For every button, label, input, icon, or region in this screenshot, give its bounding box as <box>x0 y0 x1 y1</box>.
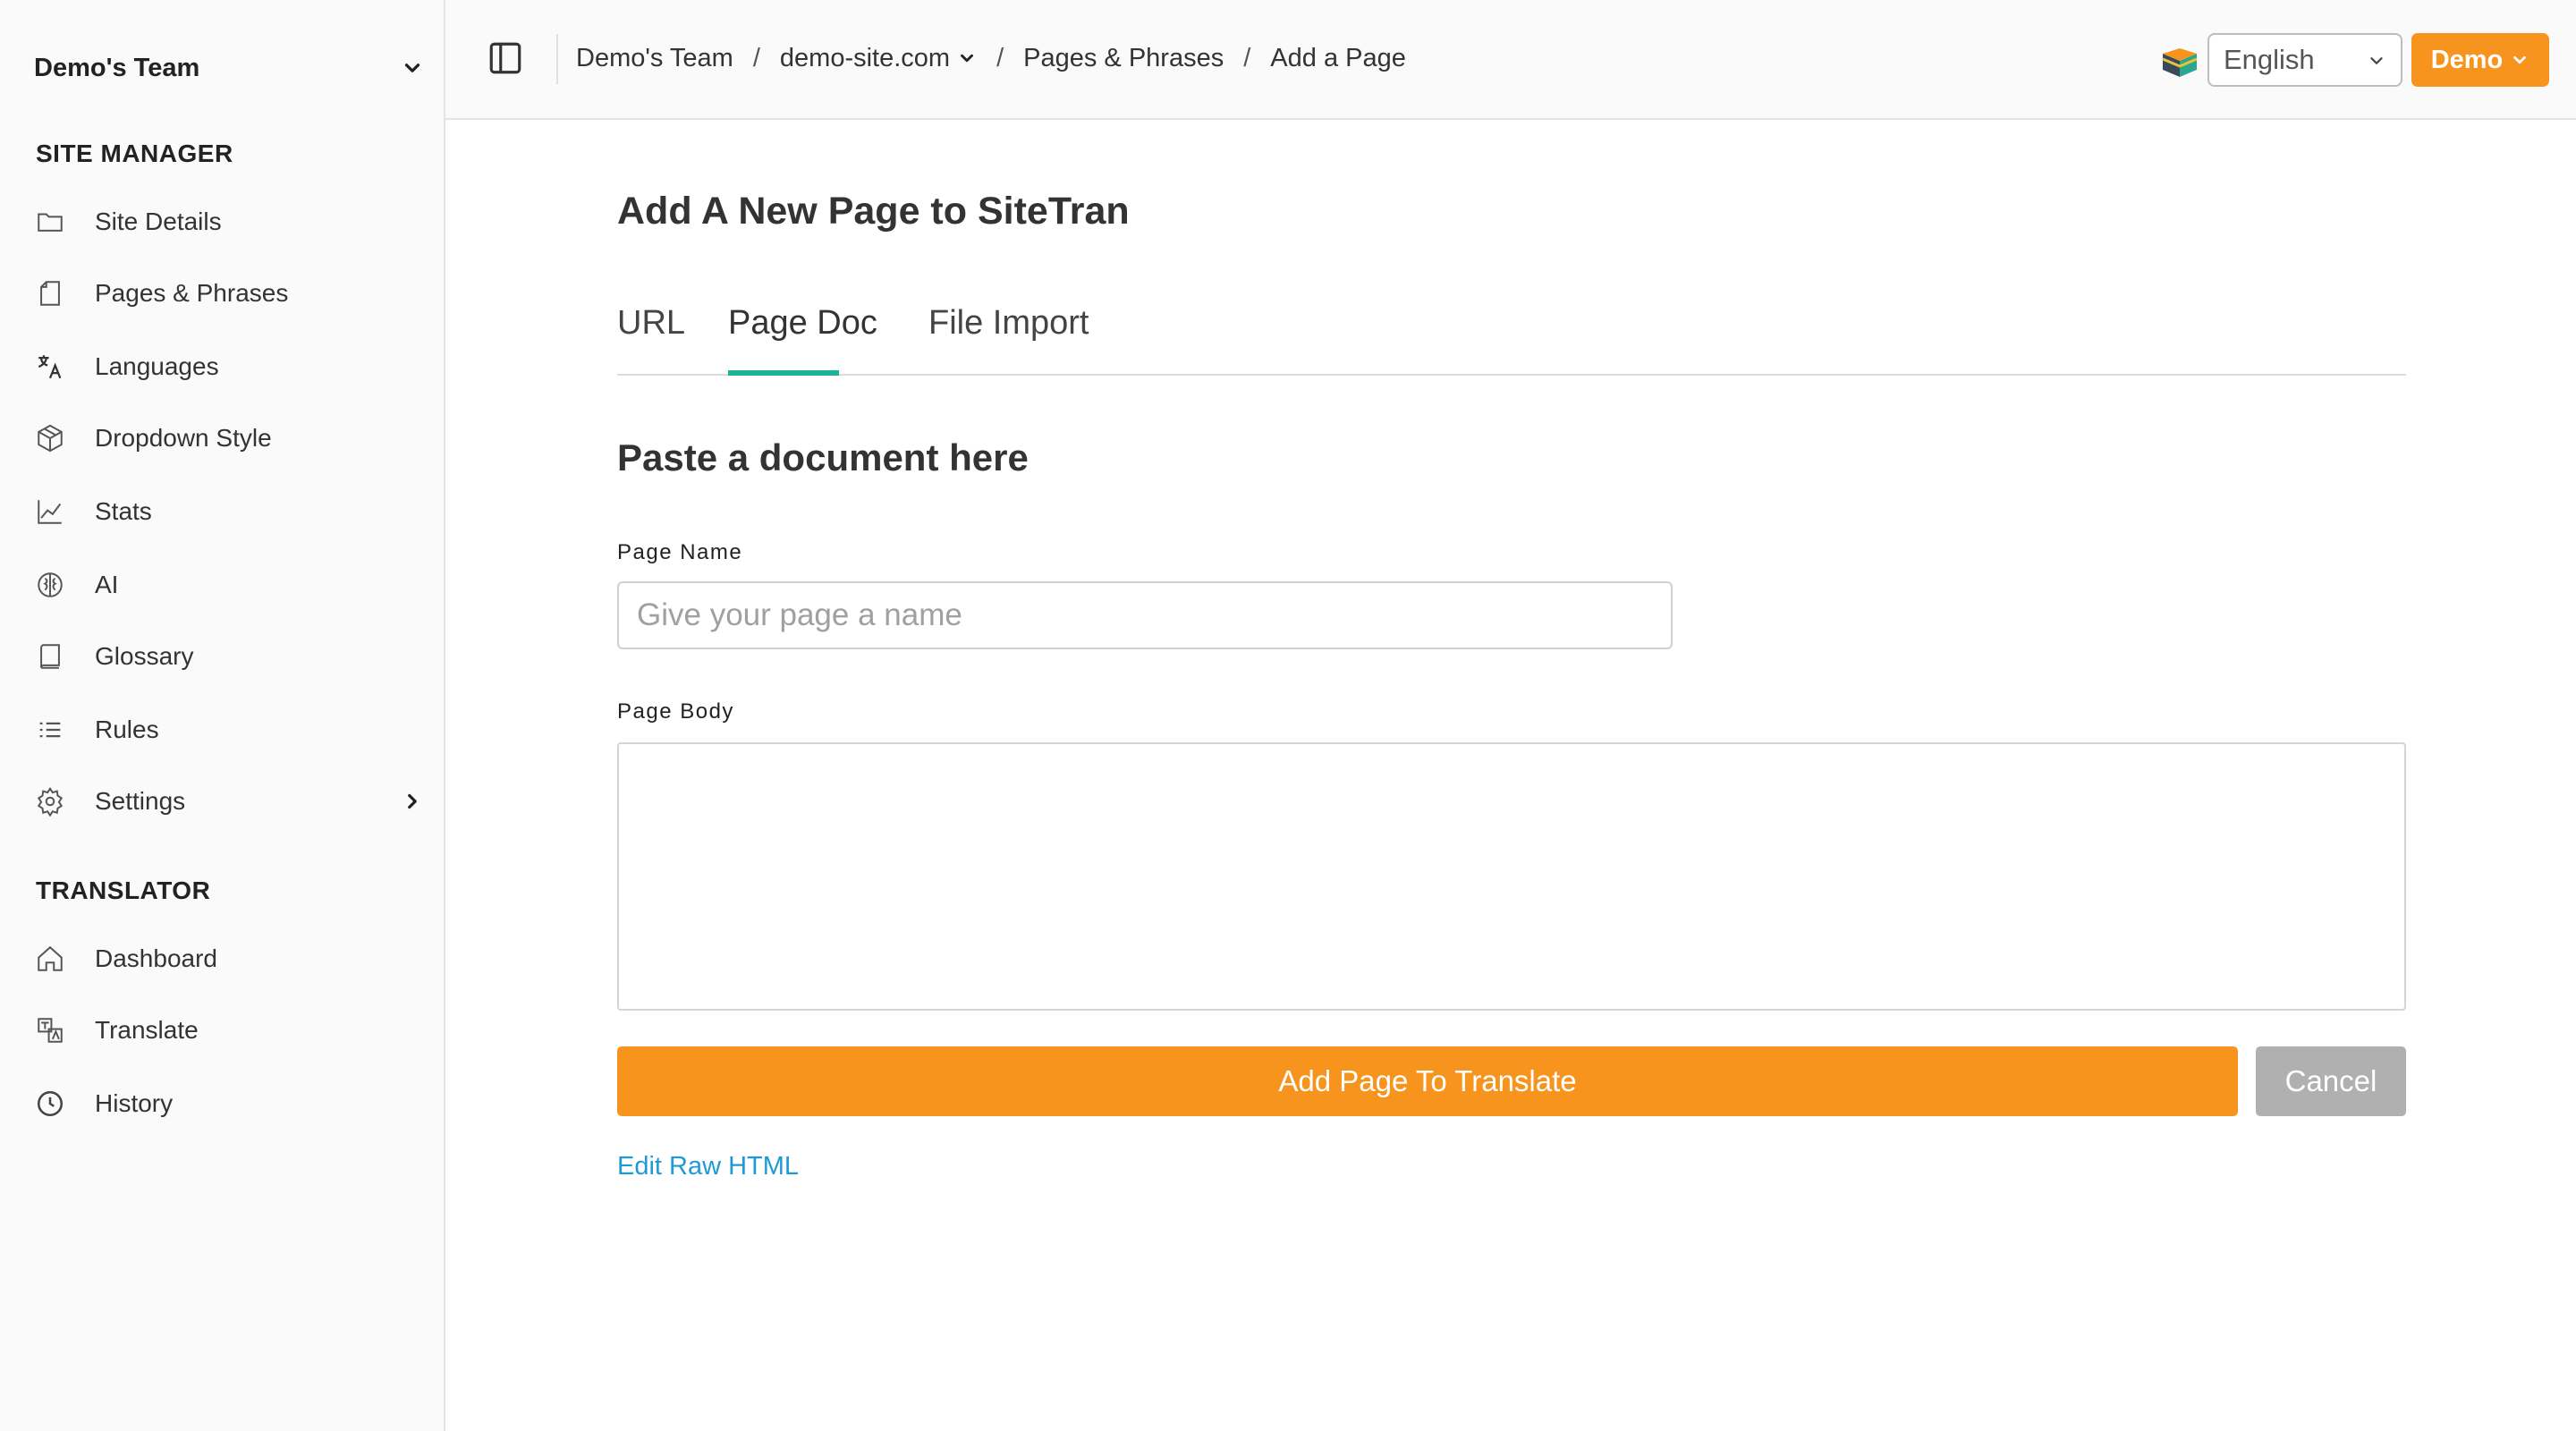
top-header: Demo's Team / demo-site.com / Pages & Ph… <box>445 0 2576 120</box>
chevron-down-icon <box>961 54 974 63</box>
sidebar-item-history[interactable]: History <box>34 1077 424 1130</box>
active-tab-indicator <box>728 370 839 376</box>
team-switcher[interactable]: Demo's Team <box>34 48 424 88</box>
sidebar-item-label: Dropdown Style <box>95 424 272 452</box>
breadcrumb-current: Add a Page <box>1270 43 1406 72</box>
sidebar-item-rules[interactable]: Rules <box>34 703 424 757</box>
chevron-down-icon <box>404 64 420 72</box>
page-name-label: Page Name <box>617 540 743 564</box>
sidebar-item-label: Glossary <box>95 642 194 670</box>
sidebar: Demo's Team SITE MANAGER Site Details Pa… <box>0 0 445 1431</box>
sidebar-item-pages-phrases[interactable]: Pages & Phrases <box>34 267 424 320</box>
breadcrumb-separator: / <box>996 43 1004 72</box>
translator-heading: TRANSLATOR <box>36 876 211 904</box>
tab-url[interactable]: URL <box>617 304 685 376</box>
sidebar-item-glossary[interactable]: Glossary <box>34 630 424 683</box>
sitetran-logo-icon <box>2162 48 2198 77</box>
sidebar-item-settings[interactable]: Settings <box>34 775 424 828</box>
user-menu-label: Demo <box>2430 45 2504 74</box>
site-manager-heading: SITE MANAGER <box>36 140 233 167</box>
sidebar-item-label: Settings <box>95 787 186 815</box>
clock-icon <box>34 1088 66 1120</box>
tab-file-import[interactable]: File Import <box>928 304 1089 376</box>
sidebar-item-label: Dashboard <box>95 944 217 972</box>
page-icon <box>34 277 66 309</box>
user-menu-button[interactable]: Demo <box>2411 33 2549 87</box>
brain-icon <box>34 569 66 601</box>
tab-bar: URL Page Doc File Import <box>617 295 2406 376</box>
book-icon <box>34 640 66 673</box>
team-name: Demo's Team <box>34 53 200 82</box>
sidebar-item-label: History <box>95 1089 174 1117</box>
home-icon <box>34 943 66 975</box>
cancel-button[interactable]: Cancel <box>2256 1046 2406 1116</box>
folder-icon <box>34 206 66 238</box>
breadcrumb-section[interactable]: Pages & Phrases <box>1023 44 1224 73</box>
sidebar-item-site-details[interactable]: Site Details <box>34 195 424 249</box>
page-name-input[interactable] <box>617 581 1673 649</box>
add-page-button[interactable]: Add Page To Translate <box>617 1046 2238 1116</box>
sidebar-item-label: Stats <box>95 497 152 525</box>
chevron-right-icon <box>408 793 417 809</box>
breadcrumb-team[interactable]: Demo's Team <box>576 44 733 73</box>
box-icon <box>34 422 66 454</box>
breadcrumb-separator: / <box>1243 43 1251 72</box>
list-icon <box>34 714 66 746</box>
language-select[interactable]: English <box>2207 33 2402 87</box>
sidebar-item-languages[interactable]: Languages <box>34 340 424 394</box>
breadcrumb-site: demo-site.com <box>779 43 951 72</box>
sidebar-item-label: Rules <box>95 716 159 743</box>
page-title: Add A New Page to SiteTran <box>617 190 1130 233</box>
sidebar-item-dropdown-style[interactable]: Dropdown Style <box>34 411 424 465</box>
tab-page-doc[interactable]: Page Doc <box>728 304 877 376</box>
breadcrumb: Demo's Team / demo-site.com / Pages & Ph… <box>576 36 1406 80</box>
edit-raw-html-link[interactable]: Edit Raw HTML <box>617 1152 799 1181</box>
chevron-down-icon <box>2370 57 2383 64</box>
translate-icon <box>34 351 66 383</box>
translate-doc-icon <box>34 1014 66 1046</box>
page-body-label: Page Body <box>617 699 734 724</box>
sidebar-toggle-icon[interactable] <box>487 39 524 77</box>
sidebar-item-label: Site Details <box>95 207 222 235</box>
language-select-value: English <box>2224 44 2315 75</box>
sidebar-item-ai[interactable]: AI <box>34 558 424 612</box>
sidebar-item-translate[interactable]: Translate <box>34 1003 424 1057</box>
breadcrumb-separator: / <box>752 43 760 72</box>
sidebar-item-dashboard[interactable]: Dashboard <box>34 932 424 986</box>
gear-icon <box>34 785 66 817</box>
breadcrumb-site-dropdown[interactable]: demo-site.com <box>780 44 977 73</box>
sidebar-item-label: Translate <box>95 1016 199 1044</box>
sidebar-item-label: Pages & Phrases <box>95 279 289 307</box>
chevron-down-icon <box>2513 55 2527 64</box>
sidebar-item-label: Languages <box>95 352 219 380</box>
sidebar-item-stats[interactable]: Stats <box>34 485 424 538</box>
chart-line-icon <box>34 495 66 528</box>
header-divider <box>556 34 558 84</box>
page-body-textarea[interactable] <box>617 742 2406 1011</box>
sidebar-item-label: AI <box>95 571 119 598</box>
section-heading: Paste a document here <box>617 436 1029 478</box>
